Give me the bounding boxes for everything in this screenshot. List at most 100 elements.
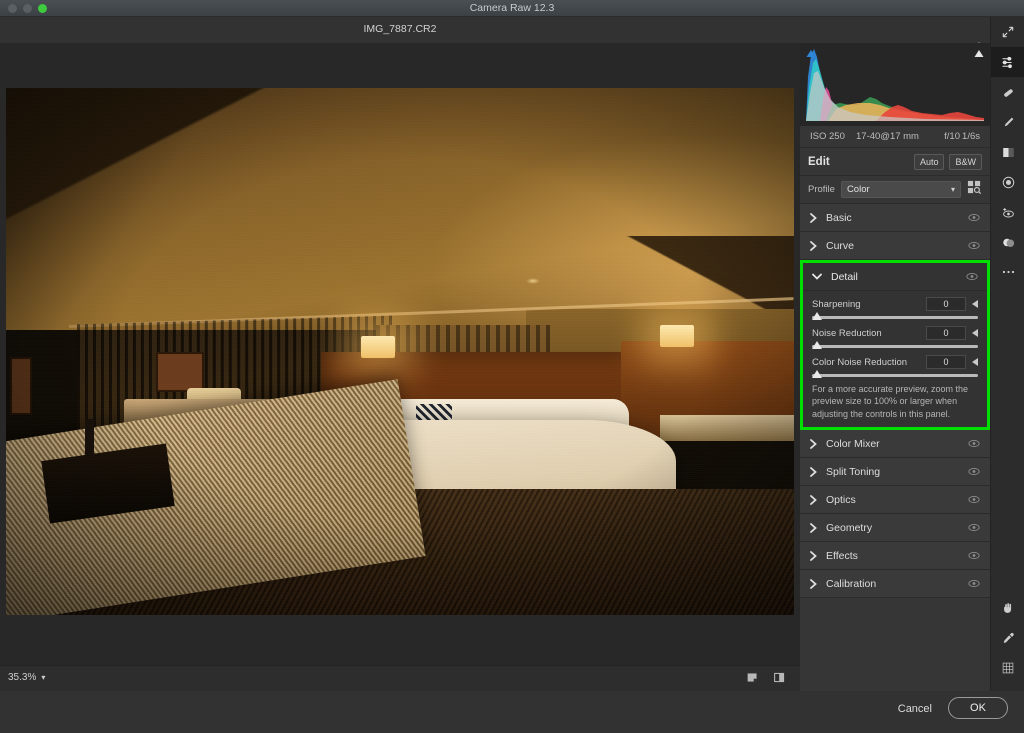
eye-toggle-icon[interactable] (968, 241, 980, 250)
auto-button[interactable]: Auto (913, 153, 945, 170)
chevron-down-icon (812, 273, 822, 280)
eye-toggle-icon[interactable] (968, 579, 980, 588)
window-titlebar: Camera Raw 12.3 (0, 0, 1024, 17)
panel-label: Split Toning (826, 465, 881, 478)
radial-filter-icon[interactable] (991, 167, 1024, 197)
chevron-down-icon: ▾ (41, 673, 46, 682)
slider-reset-icon[interactable] (972, 300, 978, 308)
bw-button[interactable]: B&W (949, 153, 982, 170)
window-title: Camera Raw 12.3 (469, 2, 555, 14)
shadow-clipping-indicator[interactable] (806, 49, 816, 58)
profile-row: Profile Color ▾ (800, 176, 990, 204)
panel-section-split-toning[interactable]: Split Toning (800, 458, 990, 487)
profile-select[interactable]: Color ▾ (840, 181, 961, 198)
canvas-bottom-bar: 35.3% ▾ (0, 665, 800, 691)
edit-sliders-icon[interactable] (991, 47, 1024, 77)
camera-raw-window: Camera Raw 12.3 IMG_7887.CR2 35.3% ▾ ISO… (0, 0, 1024, 733)
panel-label: Color Mixer (826, 437, 880, 450)
highlight-clipping-indicator[interactable] (974, 49, 984, 58)
spot-heal-icon[interactable] (991, 77, 1024, 107)
right-panel: ISO 250 17-40@17 mm f/10 1/6s Edit Auto … (800, 43, 990, 691)
eye-toggle-icon[interactable] (968, 213, 980, 222)
cancel-button[interactable]: Cancel (898, 703, 932, 715)
filename-label: IMG_7887.CR2 (363, 23, 437, 35)
panel-label: Detail (831, 270, 858, 283)
slider-track[interactable] (812, 341, 978, 349)
panel-section-calibration[interactable]: Calibration (800, 570, 990, 599)
panel-section-geometry[interactable]: Geometry (800, 514, 990, 543)
slider-reset-icon[interactable] (972, 358, 978, 366)
lens-value: 17-40@17 mm (856, 131, 919, 142)
photo-grain (6, 88, 794, 615)
shutter-value: 1/6s (962, 131, 980, 142)
dialog-footer: Cancel OK (0, 691, 1024, 733)
slider-value-input[interactable]: 0 (926, 326, 966, 340)
slider-track[interactable] (812, 312, 978, 320)
image-canvas[interactable] (0, 43, 800, 665)
view-mode-group (746, 671, 786, 689)
photo-preview[interactable] (6, 88, 794, 615)
expand-arrows-icon[interactable] (991, 17, 1024, 47)
tool-rail (990, 17, 1024, 691)
aperture-value: f/10 (944, 131, 960, 142)
detail-panel-body: Sharpening 0 Noise Reduction 0 Color Noi… (803, 291, 987, 427)
eye-toggle-icon[interactable] (966, 272, 978, 281)
single-view-icon[interactable] (746, 671, 759, 689)
chevron-right-icon (810, 240, 817, 251)
graduated-filter-icon[interactable] (991, 137, 1024, 167)
before-after-view-icon[interactable] (773, 671, 786, 689)
more-options-icon[interactable] (991, 257, 1024, 287)
slider-label: Color Noise Reduction (812, 356, 908, 368)
chevron-right-icon (810, 522, 817, 533)
slider-label: Noise Reduction (812, 327, 882, 339)
chevron-right-icon (810, 466, 817, 477)
eye-toggle-icon[interactable] (968, 523, 980, 532)
profile-browser-icon[interactable] (967, 180, 982, 200)
slider-knob[interactable] (812, 312, 822, 320)
eye-toggle-icon[interactable] (968, 439, 980, 448)
histogram[interactable] (800, 43, 990, 126)
eye-toggle-icon[interactable] (968, 551, 980, 560)
chevron-right-icon (810, 494, 817, 505)
slider-knob[interactable] (812, 341, 822, 349)
slider-value-input[interactable]: 0 (926, 297, 966, 311)
profile-value: Color (846, 184, 870, 195)
chevron-right-icon (810, 578, 817, 589)
eyedropper-icon[interactable] (991, 623, 1024, 653)
adjustment-brush-icon[interactable] (991, 107, 1024, 137)
red-eye-icon[interactable] (991, 197, 1024, 227)
slider-value-input[interactable]: 0 (926, 355, 966, 369)
slider-track[interactable] (812, 370, 978, 378)
grid-overlay-icon[interactable] (991, 653, 1024, 683)
detail-panel-note: For a more accurate preview, zoom the pr… (812, 384, 969, 419)
slider-reset-icon[interactable] (972, 329, 978, 337)
panel-section-curve[interactable]: Curve (800, 232, 990, 260)
chevron-right-icon (810, 438, 817, 449)
tool-rail-bottom (991, 593, 1024, 683)
masking-icon[interactable] (991, 227, 1024, 257)
slider-knob[interactable] (812, 370, 822, 378)
exif-metadata-row: ISO 250 17-40@17 mm f/10 1/6s (800, 126, 990, 148)
hand-icon[interactable] (991, 593, 1024, 623)
panel-label: Optics (826, 493, 856, 506)
chevron-down-icon: ▾ (950, 185, 955, 194)
iso-value: ISO 250 (810, 131, 845, 142)
ok-button[interactable]: OK (948, 697, 1008, 719)
panel-section-effects[interactable]: Effects (800, 542, 990, 571)
panel-section-basic[interactable]: Basic (800, 204, 990, 232)
slider-noise-reduction: Noise Reduction 0 (812, 325, 978, 349)
panel-label: Effects (826, 549, 858, 562)
zoom-level-control[interactable]: 35.3% ▾ (8, 672, 45, 683)
panel-label: Calibration (826, 577, 877, 590)
panel-section-optics[interactable]: Optics (800, 486, 990, 515)
panel-section-detail-highlighted: Detail Sharpening 0 Noise Reduction 0 Co… (800, 260, 990, 431)
eye-toggle-icon[interactable] (968, 495, 980, 504)
file-strip: IMG_7887.CR2 (0, 17, 1024, 52)
eye-toggle-icon[interactable] (968, 467, 980, 476)
panel-section-detail[interactable]: Detail (803, 263, 987, 291)
panel-section-color-mixer[interactable]: Color Mixer (800, 430, 990, 459)
panel-label: Basic (826, 211, 852, 224)
zoom-level-value: 35.3% (8, 672, 37, 683)
slider-label: Sharpening (812, 298, 861, 310)
edit-title: Edit (808, 155, 830, 168)
